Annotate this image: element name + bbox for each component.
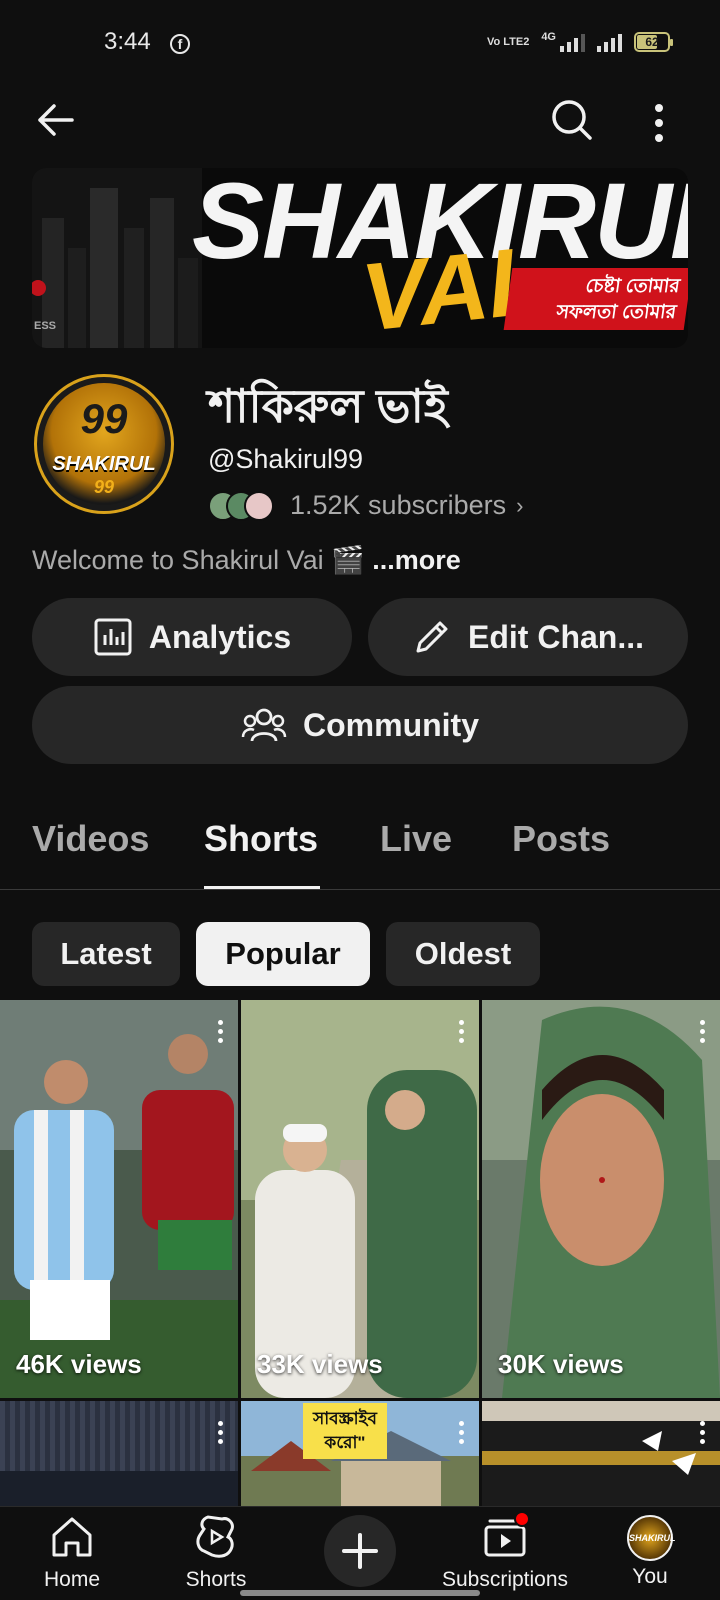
status-indicators: Vo LTE2 4G 62: [486, 31, 673, 52]
short-caption-line2: করো": [324, 1433, 366, 1452]
network-type-label: 4G: [541, 31, 556, 43]
home-icon: [52, 1517, 92, 1557]
battery-icon: 62: [634, 32, 673, 52]
you-avatar: SHAKIRUL: [627, 1515, 676, 1561]
analytics-button[interactable]: Analytics: [32, 598, 352, 676]
channel-description[interactable]: Welcome to Shakirul Vai 🎬 ...more: [32, 544, 461, 576]
short-more-button[interactable]: [698, 1421, 706, 1451]
subscriber-count: 1.52K subscribers: [290, 490, 507, 520]
filter-latest[interactable]: Latest: [32, 922, 180, 986]
tab-posts[interactable]: Posts: [512, 818, 610, 860]
search-button[interactable]: [548, 96, 596, 144]
short-thumbnail: [482, 1000, 720, 1398]
short-more-button[interactable]: [698, 1020, 706, 1050]
banner-tagline: চেষ্টা তোমার সফলতা তোমার: [503, 268, 688, 330]
avatar-number-small: 99: [93, 477, 115, 497]
edit-channel-label: Edit Chan...: [468, 618, 644, 655]
top-app-bar: [0, 90, 720, 150]
short-views: 46K views: [16, 1349, 142, 1379]
more-link[interactable]: ...more: [372, 545, 461, 575]
channel-avatar[interactable]: 99 SHAKIRUL 99: [34, 374, 174, 514]
community-label: Community: [303, 706, 479, 743]
signal-icon-2: [597, 32, 622, 52]
nav-shorts[interactable]: Shorts: [146, 1515, 286, 1592]
notification-dot: [514, 1511, 530, 1527]
nav-home[interactable]: Home: [2, 1515, 142, 1592]
nav-home-label: Home: [43, 1568, 101, 1591]
plus-icon: [342, 1533, 378, 1569]
city-skyline-graphic: [32, 168, 202, 348]
filter-popular[interactable]: Popular: [196, 922, 370, 986]
avatar-name: SHAKIRUL: [52, 453, 156, 475]
banner-corner-text: ESS: [34, 320, 57, 332]
subscribers-row[interactable]: 1.52K subscribers ›: [208, 490, 523, 521]
channel-tabs: Videos Shorts Live Posts: [0, 808, 720, 890]
create-button[interactable]: [324, 1515, 396, 1587]
community-button[interactable]: Community: [32, 686, 688, 764]
banner-tagline-line2: সফলতা তোমার: [555, 302, 678, 323]
short-thumbnail: [0, 1000, 238, 1398]
short-item[interactable]: 33K views: [241, 1000, 479, 1398]
filter-oldest[interactable]: Oldest: [386, 922, 540, 986]
home-indicator[interactable]: [240, 1590, 480, 1596]
subscriber-avatars: [208, 490, 274, 521]
people-icon: [241, 708, 287, 742]
short-more-button[interactable]: [216, 1020, 224, 1050]
tab-videos[interactable]: Videos: [32, 818, 149, 860]
nav-subscriptions[interactable]: Subscriptions: [434, 1511, 576, 1592]
channel-banner: ESS SHAKIRUL VAI চেষ্টা তোমার সফলতা তোমা…: [32, 168, 688, 348]
edit-channel-button[interactable]: Edit Chan...: [368, 598, 688, 676]
short-item[interactable]: 30K views: [482, 1000, 720, 1398]
shorts-icon: [196, 1515, 234, 1558]
back-button[interactable]: [32, 96, 80, 144]
status-bar: 3:44 f Vo LTE2 4G 62: [0, 0, 720, 90]
signal-icon: [560, 32, 585, 52]
tab-shorts[interactable]: Shorts: [204, 818, 318, 860]
avatar-number: 99: [80, 395, 128, 442]
nav-you[interactable]: SHAKIRUL You: [580, 1515, 720, 1589]
facebook-notification-icon: f: [170, 34, 190, 54]
analytics-icon: [94, 618, 132, 656]
short-item[interactable]: 46K views: [0, 1000, 238, 1398]
short-thumbnail: [482, 1401, 720, 1506]
short-more-button[interactable]: [457, 1020, 465, 1050]
status-time: 3:44: [104, 28, 151, 55]
nav-subscriptions-label: Subscriptions: [441, 1568, 569, 1591]
short-caption: সাবস্ক্রাইব করো": [303, 1403, 387, 1459]
short-more-button[interactable]: [216, 1421, 224, 1451]
short-views: 33K views: [257, 1349, 383, 1379]
analytics-label: Analytics: [148, 618, 292, 655]
active-tab-indicator: [204, 886, 320, 889]
search-icon: [552, 100, 592, 140]
short-thumbnail: [241, 1000, 479, 1398]
channel-handle: @Shakirul99: [208, 444, 363, 474]
short-more-button[interactable]: [457, 1421, 465, 1451]
arrow-left-icon: [38, 104, 74, 136]
nav-you-label: You: [632, 1565, 668, 1588]
short-item[interactable]: [0, 1401, 238, 1506]
chevron-right-icon: ›: [516, 492, 524, 518]
short-item[interactable]: [482, 1401, 720, 1506]
nav-shorts-label: Shorts: [185, 1568, 247, 1591]
bottom-navigation: Home Shorts Subscriptions SHAKIRUL You: [0, 1506, 720, 1600]
short-caption-line1: সাবস্ক্রাইব: [313, 1409, 377, 1428]
more-options-button[interactable]: [648, 96, 696, 144]
more-vert-icon: [655, 104, 663, 142]
channel-name: শাকিরুল ভাই: [208, 380, 448, 432]
banner-tagline-line1: চেষ্টা তোমার: [584, 276, 682, 297]
tab-live[interactable]: Live: [380, 818, 452, 860]
short-item[interactable]: সাবস্ক্রাইব করো": [241, 1401, 479, 1506]
description-text: Welcome to Shakirul Vai 🎬: [32, 545, 373, 575]
short-views: 30K views: [498, 1349, 624, 1379]
short-thumbnail: [0, 1401, 238, 1506]
volte-icon: Vo LTE2: [486, 36, 530, 48]
pencil-icon: [416, 621, 448, 653]
battery-level: 62: [645, 35, 659, 49]
banner-subtitle: VAI: [356, 229, 521, 348]
